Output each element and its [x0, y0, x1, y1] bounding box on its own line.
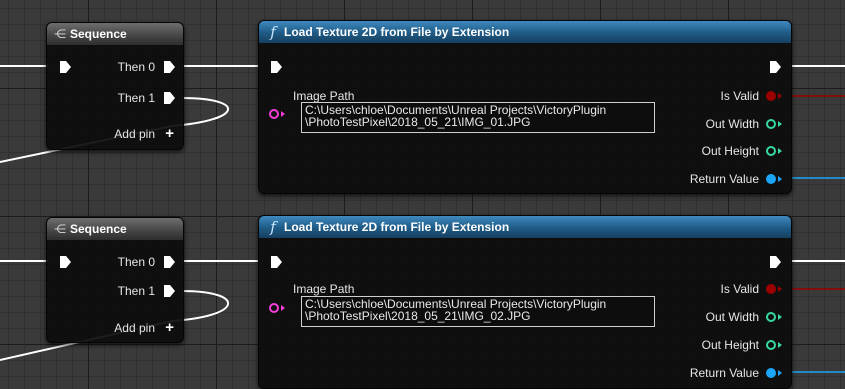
then-1-pin[interactable]: [164, 285, 175, 297]
return-value-pin-arrow: [778, 370, 782, 376]
add-pin-label[interactable]: Add pin: [114, 127, 155, 141]
out-height-pin[interactable]: [766, 146, 776, 156]
out-height-label: Out Height: [701, 144, 759, 158]
out-height-pin[interactable]: [766, 340, 776, 350]
add-pin-icon[interactable]: +: [165, 126, 174, 141]
is-valid-label: Is Valid: [720, 89, 759, 103]
out-height-label: Out Height: [701, 338, 759, 352]
exec-input-pin[interactable]: [60, 61, 71, 73]
out-width-pin[interactable]: [766, 119, 776, 129]
function-icon: f: [270, 218, 276, 236]
load-texture-node[interactable]: f Load Texture 2D from File by Extension…: [258, 20, 792, 194]
then-1-pin[interactable]: [164, 92, 175, 104]
out-height-pin-arrow: [778, 342, 782, 348]
image-path-label: Image Path: [293, 89, 355, 103]
load-texture-node-header[interactable]: f Load Texture 2D from File by Extension: [259, 216, 791, 238]
load-texture-node-header[interactable]: f Load Texture 2D from File by Extension: [259, 21, 791, 43]
then-1-label: Then 1: [117, 284, 155, 298]
out-width-pin-arrow: [778, 121, 782, 127]
function-icon: f: [270, 23, 276, 41]
image-path-pin-arrow: [281, 305, 285, 311]
image-path-input[interactable]: C:\Users\chloe\Documents\Unreal Projects…: [301, 296, 655, 327]
then-0-pin[interactable]: [164, 256, 175, 268]
add-pin-icon[interactable]: +: [165, 320, 174, 335]
exec-input-pin[interactable]: [271, 256, 282, 268]
sequence-title: Sequence: [70, 27, 127, 41]
add-pin-label[interactable]: Add pin: [114, 321, 155, 335]
function-title: Load Texture 2D from File by Extension: [284, 220, 510, 234]
image-path-pin[interactable]: [269, 303, 279, 313]
return-value-pin[interactable]: [766, 174, 776, 184]
image-path-label: Image Path: [293, 282, 355, 296]
sequence-node-header[interactable]: ⋲ Sequence: [47, 23, 183, 45]
sequence-node-header[interactable]: ⋲ Sequence: [47, 218, 183, 240]
is-valid-pin[interactable]: [766, 91, 776, 101]
sequence-icon: ⋲: [54, 222, 66, 236]
return-value-label: Return Value: [689, 172, 759, 186]
is-valid-label: Is Valid: [720, 282, 759, 296]
exec-input-pin[interactable]: [60, 256, 71, 268]
then-0-label: Then 0: [117, 60, 155, 74]
is-valid-pin[interactable]: [766, 284, 776, 294]
then-0-pin[interactable]: [164, 61, 175, 73]
out-width-pin-arrow: [778, 314, 782, 320]
out-height-pin-arrow: [778, 148, 782, 154]
return-value-pin-arrow: [778, 176, 782, 182]
sequence-icon: ⋲: [54, 27, 66, 41]
sequence-node[interactable]: ⋲ Sequence Then 0 Then 1 Add pin +: [46, 22, 184, 150]
image-path-pin-arrow: [281, 111, 285, 117]
sequence-node[interactable]: ⋲ Sequence Then 0 Then 1 Add pin +: [46, 217, 184, 343]
function-title: Load Texture 2D from File by Extension: [284, 25, 510, 39]
then-0-label: Then 0: [117, 255, 155, 269]
exec-output-pin[interactable]: [770, 256, 781, 268]
is-valid-pin-arrow: [778, 93, 782, 99]
image-path-input[interactable]: C:\Users\chloe\Documents\Unreal Projects…: [301, 102, 655, 133]
out-width-pin[interactable]: [766, 312, 776, 322]
out-width-label: Out Width: [705, 310, 759, 324]
return-value-pin[interactable]: [766, 368, 776, 378]
is-valid-pin-arrow: [778, 286, 782, 292]
return-value-label: Return Value: [689, 366, 759, 380]
out-width-label: Out Width: [705, 117, 759, 131]
image-path-pin[interactable]: [269, 109, 279, 119]
exec-input-pin[interactable]: [271, 61, 282, 73]
load-texture-node[interactable]: f Load Texture 2D from File by Extension…: [258, 215, 792, 389]
sequence-title: Sequence: [70, 222, 127, 236]
exec-output-pin[interactable]: [770, 61, 781, 73]
then-1-label: Then 1: [117, 91, 155, 105]
